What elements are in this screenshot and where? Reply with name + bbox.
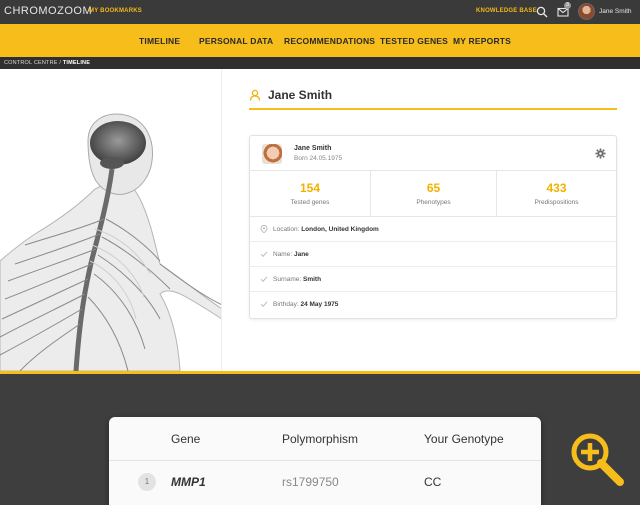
title-divider (249, 108, 617, 110)
stat-predispositions[interactable]: 433 Predispositions (496, 171, 616, 217)
avatar (262, 144, 282, 164)
profile-card: Jane Smith Born 24.05.1975 154 Tested ge… (249, 135, 617, 319)
anatomy-illustration (0, 69, 222, 371)
genotype-cell: CC (424, 475, 442, 489)
profile-card-header: Jane Smith Born 24.05.1975 (250, 136, 616, 171)
column-header-polymorphism: Polymorphism (282, 432, 359, 446)
nav-my-reports[interactable]: MY REPORTS (453, 36, 511, 46)
stat-value: 154 (299, 181, 321, 195)
stat-tested-genes[interactable]: 154 Tested genes (250, 171, 370, 217)
stat-value: 65 (426, 181, 441, 195)
stat-label: Phenotypes (416, 199, 451, 206)
stat-label: Predispositions (534, 199, 579, 206)
field-birthday: Birthday: 24 May 1975 (250, 292, 616, 317)
stat-phenotypes[interactable]: 65 Phenotypes (370, 171, 496, 217)
field-value: 24 May 1975 (300, 301, 339, 308)
stats-row: 154 Tested genes 65 Phenotypes 433 Predi… (250, 171, 616, 217)
page-title: Jane Smith (268, 88, 333, 102)
column-header-genotype: Your Genotype (424, 432, 504, 446)
mail-badge: 3 (564, 2, 571, 9)
breadcrumb-root[interactable]: CONTROL CENTRE (4, 60, 58, 66)
nav-personal-data[interactable]: PERSONAL DATA (199, 36, 273, 46)
stat-value: 433 (546, 181, 567, 195)
nav-recommendations[interactable]: RECOMMENDATIONS (284, 36, 375, 46)
row-number: 1 (138, 473, 156, 491)
breadcrumb-current: TIMELINE (62, 60, 91, 66)
user-avatar[interactable] (578, 3, 595, 20)
gene-table: Gene Polymorphism Your Genotype 1 MMP1 r… (109, 417, 541, 505)
nav-tested-genes[interactable]: TESTED GENES (380, 36, 448, 46)
table-header: Gene Polymorphism Your Genotype (109, 417, 541, 461)
field-surname: Surname: Smith (250, 267, 616, 292)
gene-preview-section: Gene Polymorphism Your Genotype 1 MMP1 r… (0, 374, 640, 505)
main-content: Jane Smith Jane Smith Born 24.05.1975 15… (0, 69, 640, 371)
field-label: Location: (273, 226, 300, 233)
logo[interactable]: CHROMOZOOM (4, 5, 92, 17)
field-value: London, United Kingdom (301, 226, 379, 233)
check-icon (260, 276, 268, 282)
gear-icon[interactable] (595, 148, 606, 159)
field-label: Name: (273, 251, 293, 258)
human-body-image (0, 113, 221, 371)
field-value: Jane (293, 251, 309, 258)
polymorphism-cell: rs1799750 (282, 475, 339, 489)
top-bar: CHROMOZOOM MY BOOKMARKS KNOWLEDGE BASE 3… (0, 0, 640, 24)
search-icon[interactable] (536, 6, 548, 18)
knowledge-base-link[interactable]: KNOWLEDGE BASE (476, 8, 537, 14)
nav-timeline[interactable]: TIMELINE (139, 36, 180, 46)
person-icon (249, 89, 261, 101)
my-bookmarks-link[interactable]: MY BOOKMARKS (89, 8, 142, 14)
zoom-in-icon[interactable] (568, 430, 626, 488)
field-value: Smith (303, 276, 322, 283)
field-name: Name: Jane (250, 242, 616, 267)
gene-cell: MMP1 (171, 475, 206, 489)
main-nav: TIMELINE PERSONAL DATA RECOMMENDATIONS T… (0, 24, 640, 57)
check-icon (260, 251, 268, 257)
card-name: Jane Smith (294, 145, 332, 152)
location-pin-icon (260, 225, 268, 233)
field-location: Location: London, United Kingdom (250, 217, 616, 242)
field-label: Birthday: (273, 301, 299, 308)
column-header-gene: Gene (171, 432, 201, 446)
breadcrumb: CONTROL CENTRE / TIMELINE (0, 57, 640, 69)
stat-label: Tested genes (290, 199, 330, 206)
user-name[interactable]: Jane Smith (599, 8, 632, 15)
check-icon (260, 301, 268, 307)
field-label: Surname: (273, 276, 302, 283)
card-born: Born 24.05.1975 (294, 155, 343, 162)
table-row[interactable]: 1 MMP1 rs1799750 CC (109, 461, 541, 501)
